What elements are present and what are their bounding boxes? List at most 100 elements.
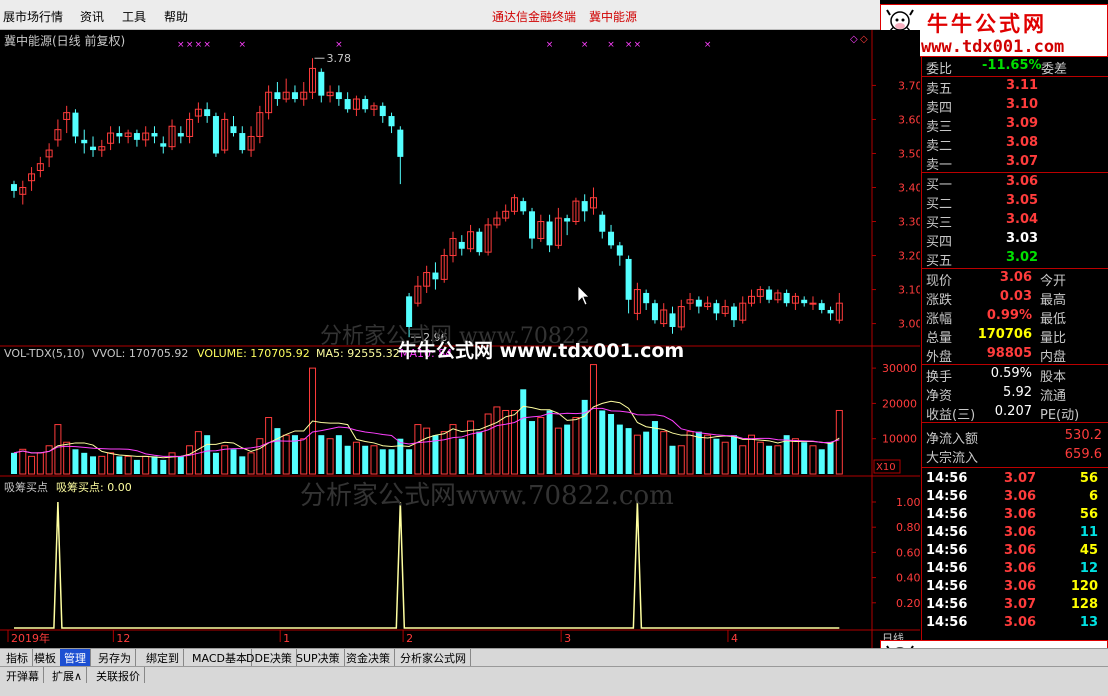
tick-time: 14:56 (926, 543, 968, 558)
stat2-value: 5.92 (1003, 385, 1032, 400)
sell-price: 3.10 (1006, 97, 1039, 112)
toolbar-tab[interactable]: 管理 (60, 649, 91, 666)
flow-value: 530.2 (1064, 428, 1102, 443)
tick-volume: 56 (1079, 471, 1098, 486)
signal-mark: × (195, 40, 203, 50)
tick-volume: 11 (1079, 525, 1098, 540)
volume-bar-up (440, 431, 448, 475)
vol-tick-label: 20000 (882, 397, 917, 410)
volume-bar-down (458, 438, 465, 474)
volume-bar-up (502, 409, 510, 475)
volume-bar-down (318, 435, 325, 474)
time-label: 4 (731, 632, 738, 645)
buy-price: 3.02 (1006, 250, 1039, 265)
candle-body-down (529, 211, 536, 239)
candle-body-down (397, 129, 404, 157)
candle-body-down (695, 299, 702, 307)
toolbar-tab[interactable]: 另存为 (94, 649, 136, 666)
stat2-row: 净资 5.92 流通 (924, 384, 1104, 404)
time-label: 2019年 (11, 631, 50, 645)
vvol-label: VVOL: 170705.92 (92, 347, 189, 360)
toolbar-tab[interactable]: 资金决策 (342, 649, 395, 666)
app-title: 通达信金融终端 (492, 10, 577, 24)
price-tick-label: 3.70 (898, 79, 920, 92)
ind-tick-label: 0.60 (896, 546, 920, 559)
tick-time: 14:56 (926, 597, 968, 612)
volume-bar-up (537, 417, 545, 475)
tick-price: 3.06 (1004, 489, 1037, 504)
candle-body-down (625, 258, 632, 300)
tick-row: 14:56 3.06 11 (924, 524, 1104, 543)
toolbar-tab[interactable]: 模板 (30, 649, 61, 666)
ind-tick-label: 0.80 (896, 521, 920, 534)
tick-row: 14:56 3.06 45 (924, 542, 1104, 561)
volume-bar-up (265, 417, 273, 475)
volume-bar-down (599, 410, 606, 474)
candle-body-down (783, 292, 790, 304)
volume-bar-up (704, 434, 712, 475)
volume-bar-up (28, 455, 36, 475)
tick-price: 3.06 (1004, 507, 1037, 522)
candle-body-down (581, 201, 588, 212)
buy-price: 3.06 (1006, 174, 1039, 189)
high-label: 3.78 (327, 52, 352, 65)
stat-value: 3.06 (999, 270, 1032, 285)
sell-label: 卖三 (926, 120, 953, 135)
stat2-label2: 股本 (1040, 370, 1067, 385)
candle-body-down (230, 126, 237, 134)
tick-time: 14:56 (926, 507, 968, 522)
signal-mark: × (186, 40, 194, 50)
sell-label: 卖二 (926, 139, 953, 154)
volume-bar-down (230, 449, 237, 474)
menu-tools[interactable]: 工具 (122, 8, 146, 25)
volume-bar-up (467, 420, 475, 475)
status-tab[interactable]: 开弹幕 (2, 667, 44, 683)
menu-market[interactable]: 展市场行情 (3, 8, 63, 25)
volume-bar-up (19, 448, 27, 475)
menu-news[interactable]: 资讯 (80, 8, 104, 25)
toolbar-tab[interactable]: 指标 (2, 649, 33, 666)
candle-body-down (801, 299, 808, 304)
volume-bar-up (98, 455, 106, 475)
volume-bar-up (677, 445, 685, 475)
menu-help[interactable]: 帮助 (164, 8, 188, 25)
toolbar-tab[interactable]: 分析家公式网 (396, 649, 471, 666)
toolbar-tab[interactable]: 绑定到 (142, 649, 184, 666)
candle-body-down (291, 92, 298, 100)
time-label: 2 (406, 632, 413, 645)
tick-row: 14:56 3.06 12 (924, 560, 1104, 579)
volume-bar-up (449, 424, 457, 475)
candle-body-down (476, 231, 483, 253)
sell-price: 3.07 (1006, 154, 1039, 169)
toolbar-tab[interactable]: SUP决策 (292, 649, 345, 666)
volume-bar-down (669, 445, 676, 474)
volume-bar-down (801, 442, 808, 474)
tick-price: 3.06 (1004, 525, 1037, 540)
signal-mark: × (203, 40, 211, 50)
menu-bar: 展市场行情 资讯 工具 帮助 通达信金融终端 冀中能源 (0, 0, 880, 30)
status-tab[interactable]: 扩展∧ (48, 667, 88, 683)
volume-bar-down (239, 456, 246, 474)
volume-bar-up (300, 438, 308, 475)
candle-body-down (669, 313, 676, 327)
weibi-value: -11.65% (982, 58, 1042, 73)
candle-body-down (388, 116, 395, 127)
status-tab[interactable]: 关联报价 (92, 667, 145, 683)
volume-bar-down (520, 389, 527, 474)
stat-label2: 内盘 (1040, 350, 1067, 365)
time-label: 12 (116, 632, 130, 645)
candle-body-down (11, 184, 17, 191)
candle-body-down (116, 133, 123, 137)
volume-bar-down (818, 449, 825, 474)
volume-bar-down (827, 442, 834, 474)
sell-row: 卖一 3.07 (924, 153, 1104, 173)
price-tick-label: 3.60 (898, 113, 920, 126)
candle-body-down (643, 292, 650, 304)
stat2-row: 换手 0.59% 股本 (924, 365, 1104, 385)
toolbar-tab[interactable]: DDE决策 (242, 649, 297, 666)
stat-label: 涨跌 (926, 293, 953, 308)
time-label: 1 (283, 632, 290, 645)
tick-volume: 56 (1079, 507, 1098, 522)
stat2-value: 0.59% (990, 366, 1032, 381)
flow-label: 大宗流入 (926, 451, 979, 466)
